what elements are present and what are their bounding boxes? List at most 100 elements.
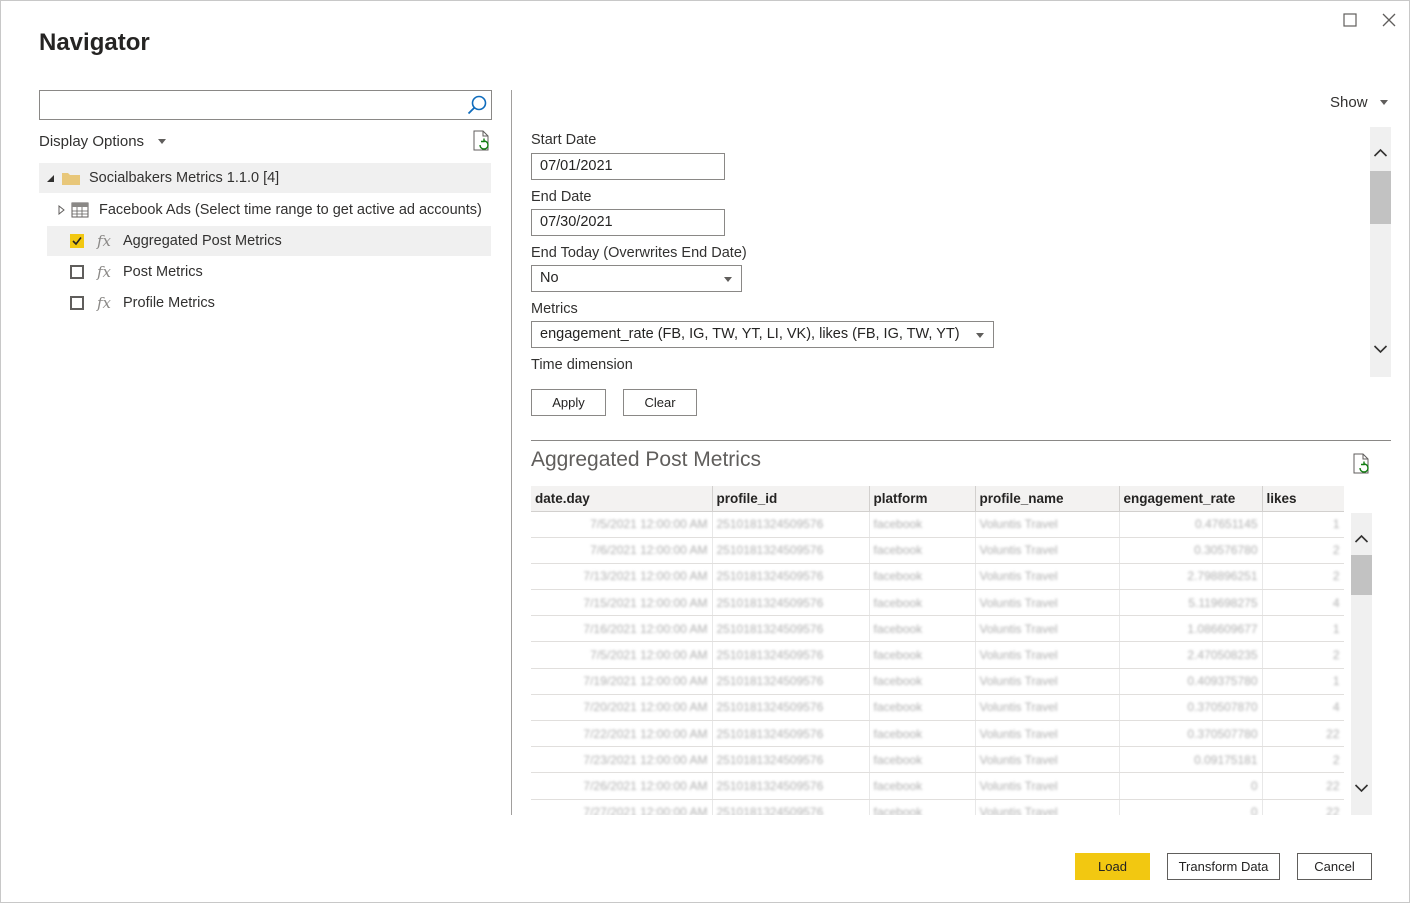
table-cell: facebook [869, 694, 976, 722]
checkbox-checked[interactable] [70, 234, 84, 248]
end-today-label: End Today (Overwrites End Date) [531, 245, 747, 261]
close-button[interactable] [1377, 9, 1401, 31]
table-scrollbar[interactable] [1351, 513, 1372, 815]
tree-root-socialbakers[interactable]: Socialbakers Metrics 1.1.0 [4] [39, 163, 491, 193]
maximize-button[interactable] [1338, 9, 1362, 31]
table-cell: Voluntis Travel [975, 746, 1120, 774]
table-row: 7/22/2021 12:00:00 AM 2510181324509576 fac… [531, 720, 1344, 748]
load-button[interactable]: Load [1075, 853, 1150, 880]
transform-data-button[interactable]: Transform Data [1167, 853, 1280, 880]
table-cell: 2510181324509576 [712, 772, 870, 800]
table-cell: 7/16/2021 12:00:00 AM [531, 615, 713, 643]
search-input[interactable] [40, 91, 460, 119]
column-header[interactable]: profile_id [712, 486, 870, 512]
table-cell: 0.47651145 [1119, 511, 1263, 538]
table-cell: Voluntis Travel [975, 537, 1120, 564]
table-cell: facebook [869, 589, 976, 617]
table-cell: 4 [1262, 589, 1344, 617]
table-row: 7/16/2021 12:00:00 AM 2510181324509576 fac… [531, 615, 1344, 643]
show-dropdown[interactable]: Show [1330, 94, 1388, 111]
scroll-up-icon[interactable] [1354, 532, 1369, 547]
start-date-input[interactable]: 07/01/2021 [531, 153, 725, 180]
tree-item-post-metrics[interactable]: fx Post Metrics [47, 257, 491, 287]
table-cell: 0.370507870 [1119, 694, 1263, 722]
tree-item-profile-metrics[interactable]: fx Profile Metrics [47, 288, 491, 318]
scroll-up-icon[interactable] [1373, 146, 1388, 161]
table-cell: facebook [869, 720, 976, 748]
table-cell: 2510181324509576 [712, 799, 870, 815]
column-header[interactable]: engagement_rate [1119, 486, 1263, 512]
table-cell: 2510181324509576 [712, 589, 870, 617]
checkmark-icon [72, 237, 82, 246]
pane-divider[interactable] [511, 90, 512, 815]
table-cell: 2510181324509576 [712, 641, 870, 669]
table-cell: 7/5/2021 12:00:00 AM [531, 641, 713, 669]
end-today-select[interactable]: No [531, 265, 742, 292]
clear-button[interactable]: Clear [623, 389, 697, 416]
refresh-icon[interactable] [471, 130, 491, 152]
end-date-input[interactable]: 07/30/2021 [531, 209, 725, 236]
table-cell: Voluntis Travel [975, 694, 1120, 722]
chevron-down-icon [724, 277, 732, 282]
preview-title: Aggregated Post Metrics [531, 448, 761, 471]
table-cell: Voluntis Travel [975, 511, 1120, 538]
apply-button[interactable]: Apply [531, 389, 606, 416]
table-cell: 22 [1262, 720, 1344, 748]
table-cell: 0.09175181 [1119, 746, 1263, 774]
table-cell: 0 [1119, 799, 1263, 815]
table-cell: 7/5/2021 12:00:00 AM [531, 511, 713, 538]
parameters-scrollbar[interactable] [1370, 127, 1391, 377]
table-cell: 2 [1262, 746, 1344, 774]
table-cell: 7/27/2021 12:00:00 AM [531, 799, 713, 815]
table-cell: Voluntis Travel [975, 772, 1120, 800]
time-dimension-label: Time dimension [531, 357, 633, 373]
table-cell: Voluntis Travel [975, 615, 1120, 643]
parameters-panel: Start Date 07/01/2021 End Date 07/30/202… [531, 127, 1371, 377]
preview-table: date.day profile_id platform profile_nam… [531, 486, 1344, 815]
table-cell: facebook [869, 563, 976, 591]
cancel-button[interactable]: Cancel [1297, 853, 1372, 880]
scroll-down-icon[interactable] [1373, 341, 1388, 356]
table-cell: 22 [1262, 772, 1344, 800]
column-header[interactable]: profile_name [975, 486, 1120, 512]
table-cell: 2510181324509576 [712, 537, 870, 564]
function-icon: fx [96, 232, 111, 250]
refresh-icon[interactable] [1351, 453, 1371, 475]
search-box[interactable] [39, 90, 492, 120]
table-header-row: date.day profile_id platform profile_nam… [531, 486, 1344, 512]
column-header[interactable]: date.day [531, 486, 713, 512]
dialog-title: Navigator [39, 29, 150, 56]
collapsed-triangle-icon[interactable] [55, 205, 67, 215]
table-cell: facebook [869, 511, 976, 538]
column-header[interactable]: likes [1262, 486, 1344, 512]
expand-triangle-icon[interactable] [39, 174, 61, 183]
table-cell: 0.409375780 [1119, 668, 1263, 695]
scrollbar-thumb[interactable] [1351, 555, 1372, 595]
metrics-value: engagement_rate (FB, IG, TW, YT, LI, VK)… [540, 326, 960, 342]
metrics-label: Metrics [531, 301, 578, 317]
table-cell: 7/20/2021 12:00:00 AM [531, 694, 713, 722]
table-row: 7/13/2021 12:00:00 AM 2510181324509576 fac… [531, 563, 1344, 591]
table-cell: Voluntis Travel [975, 799, 1120, 815]
table-cell: 2510181324509576 [712, 511, 870, 538]
metrics-select[interactable]: engagement_rate (FB, IG, TW, YT, LI, VK)… [531, 321, 994, 348]
table-cell: 1 [1262, 615, 1344, 643]
tree-item-facebook-ads[interactable]: Facebook Ads (Select time range to get a… [39, 195, 491, 225]
tree-item-aggregated-post-metrics[interactable]: fx Aggregated Post Metrics [47, 226, 491, 256]
column-header[interactable]: platform [869, 486, 976, 512]
table-row: 7/23/2021 12:00:00 AM 2510181324509576 fac… [531, 746, 1344, 774]
table-cell: 7/23/2021 12:00:00 AM [531, 746, 713, 774]
checkbox[interactable] [70, 296, 84, 310]
scrollbar-thumb[interactable] [1370, 171, 1391, 224]
display-options-dropdown[interactable]: Display Options [39, 131, 167, 151]
checkbox[interactable] [70, 265, 84, 279]
table-cell: facebook [869, 668, 976, 695]
search-icon[interactable] [466, 94, 488, 116]
chevron-down-icon [976, 333, 984, 338]
table-cell: facebook [869, 615, 976, 643]
navigator-window: Navigator Display Options Socialbakers M… [0, 0, 1410, 903]
scroll-down-icon[interactable] [1354, 780, 1369, 795]
table-cell: 7/15/2021 12:00:00 AM [531, 589, 713, 617]
table-row: 7/5/2021 12:00:00 AM 2510181324509576 face… [531, 511, 1344, 538]
table-cell: 0.30576780 [1119, 537, 1263, 564]
